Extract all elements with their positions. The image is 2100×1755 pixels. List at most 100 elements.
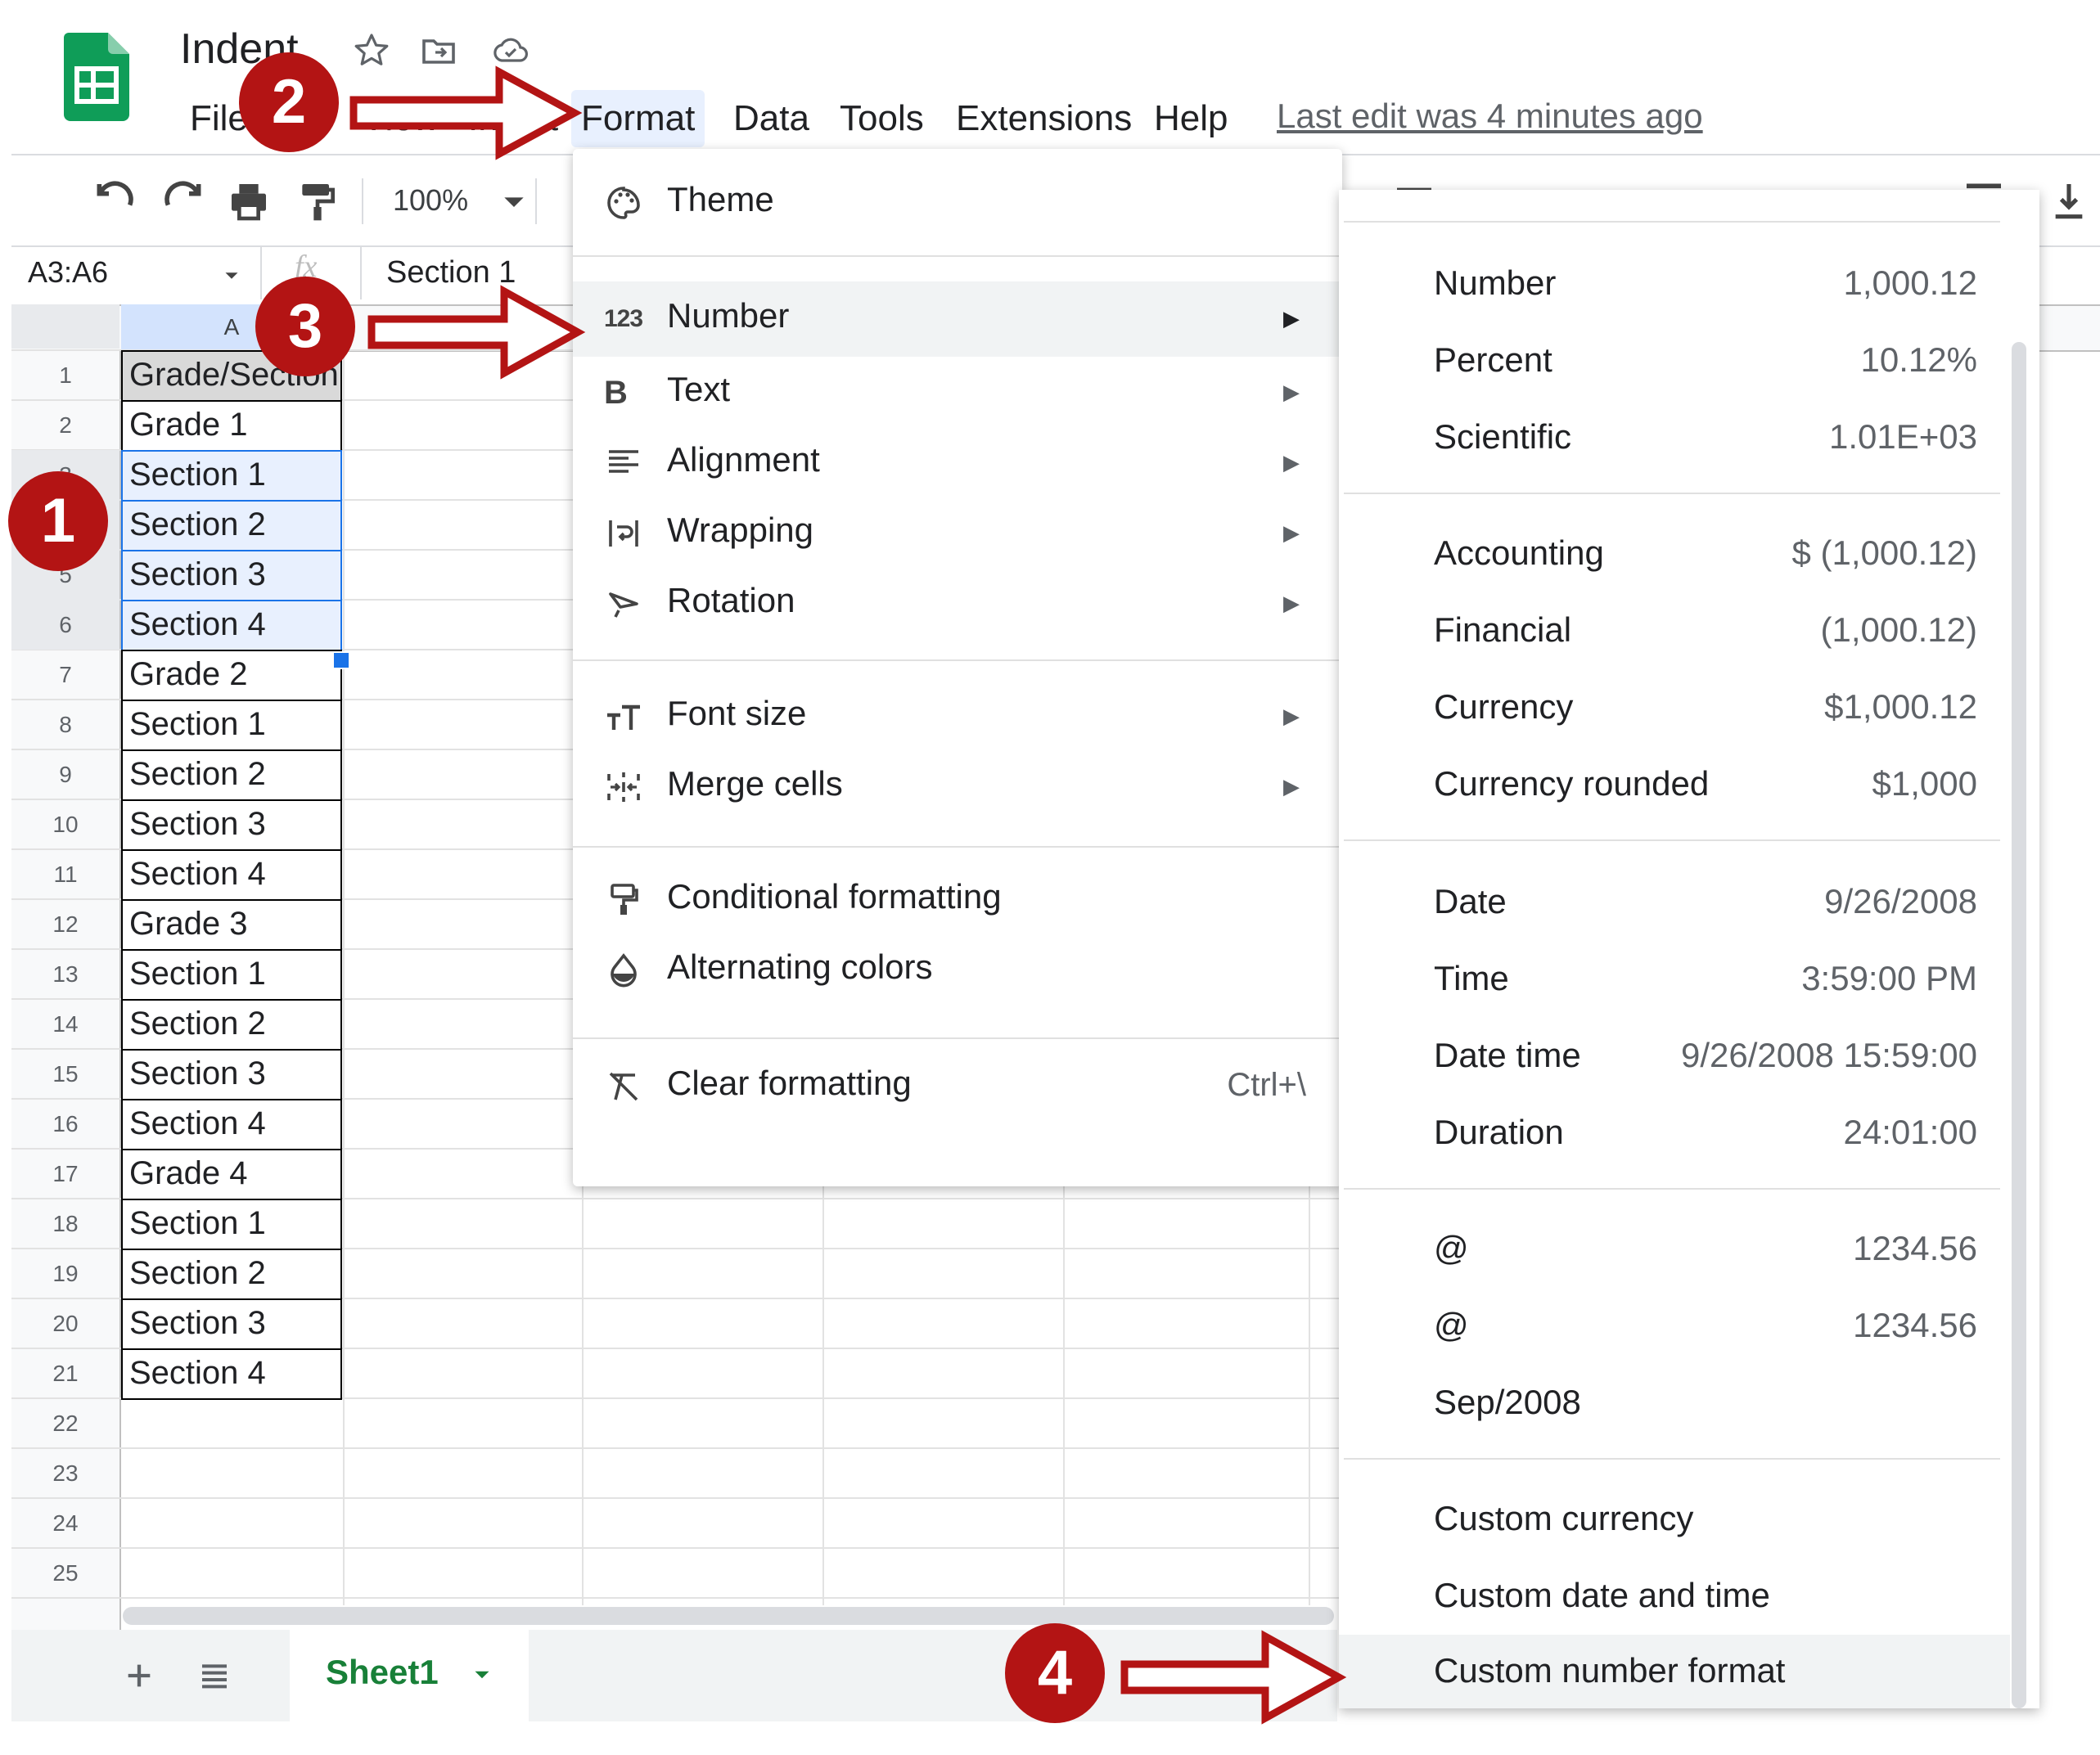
name-box[interactable]: A3:A6 <box>28 255 108 290</box>
table-cell[interactable]: Grade 4 <box>121 1149 342 1200</box>
row-header[interactable]: 8 <box>11 700 119 749</box>
row-header[interactable]: 13 <box>11 949 119 999</box>
horizontal-scrollbar[interactable] <box>123 1607 1334 1625</box>
tab-sheet1[interactable]: Sheet1 <box>290 1630 529 1721</box>
row-header[interactable]: 23 <box>11 1448 119 1498</box>
number-format-plain-text-1[interactable]: @1234.56 <box>1339 1213 2010 1286</box>
table-cell[interactable]: Section 2 <box>121 1249 342 1300</box>
row-header[interactable]: 10 <box>11 799 119 849</box>
format-menu-merge-cells[interactable]: Merge cells ▶ <box>573 749 1342 825</box>
format-menu-conditional-formatting[interactable]: Conditional formatting <box>573 862 1342 938</box>
format-menu-font-size[interactable]: Font size ▶ <box>573 679 1342 754</box>
number-format-duration[interactable]: Duration 24:01:00 <box>1339 1096 2010 1170</box>
row-header[interactable]: 22 <box>11 1398 119 1448</box>
row-header[interactable]: 12 <box>11 899 119 949</box>
row-header[interactable]: 25 <box>11 1548 119 1598</box>
table-cell[interactable]: Section 1 <box>121 1199 342 1250</box>
table-cell[interactable]: Section 2 <box>121 999 342 1051</box>
table-cell[interactable]: Section 4 <box>121 1099 342 1150</box>
table-cell[interactable]: Section 3 <box>121 799 342 851</box>
table-cell[interactable]: Section 1 <box>121 700 342 751</box>
number-format-plain-text-2[interactable]: @1234.56 <box>1339 1289 2010 1363</box>
row-header[interactable]: 6 <box>11 600 119 650</box>
number-format-time[interactable]: Time 3:59:00 PM <box>1339 943 2010 1016</box>
row-header[interactable]: 19 <box>11 1249 119 1298</box>
row-header[interactable]: 2 <box>11 400 119 450</box>
last-edit-link[interactable]: Last edit was 4 minutes ago <box>1277 97 1703 136</box>
format-menu-alignment[interactable]: Alignment ▶ <box>573 425 1342 501</box>
table-cell[interactable]: Grade 3 <box>121 899 342 951</box>
row-header[interactable]: 14 <box>11 999 119 1049</box>
row-header[interactable]: 18 <box>11 1199 119 1249</box>
number-format-number[interactable]: Number 1,000.12 <box>1339 247 2010 321</box>
table-cell[interactable]: Section 4 <box>121 600 342 651</box>
format-menu-theme[interactable]: Theme <box>573 165 1342 241</box>
number-format-currency-rounded[interactable]: Currency rounded $1,000 <box>1339 748 2010 821</box>
print-icon[interactable] <box>226 178 272 224</box>
format-menu-rotation[interactable]: Rotation ▶ <box>573 566 1342 641</box>
table-cell[interactable]: Section 1 <box>121 450 342 502</box>
table-cell[interactable]: Section 4 <box>121 849 342 901</box>
custom-number-format[interactable]: Custom number format <box>1339 1635 2010 1708</box>
menu-format[interactable]: Format <box>571 90 705 147</box>
number-format-month-year[interactable]: Sep/2008 <box>1339 1366 2010 1440</box>
vertical-align-bottom-icon[interactable] <box>2046 178 2092 224</box>
row-header[interactable]: 11 <box>11 849 119 899</box>
number-format-date[interactable]: Date 9/26/2008 <box>1339 866 2010 939</box>
submenu-scrollbar[interactable] <box>2012 342 2026 1708</box>
sheet-tab-dropdown-icon[interactable] <box>468 1661 496 1689</box>
undo-icon[interactable] <box>92 178 137 224</box>
table-cell[interactable]: Section 3 <box>121 550 342 601</box>
row-header[interactable]: 17 <box>11 1149 119 1199</box>
format-menu-text[interactable]: B Text ▶ <box>573 355 1342 430</box>
table-cell[interactable]: Section 3 <box>121 1298 342 1350</box>
fill-handle[interactable] <box>332 651 350 669</box>
format-label: Scientific <box>1434 417 1572 456</box>
custom-currency[interactable]: Custom currency <box>1339 1483 2010 1556</box>
all-sheets-icon[interactable] <box>198 1659 231 1692</box>
format-menu-wrapping[interactable]: Wrapping ▶ <box>573 496 1342 571</box>
custom-date-and-time[interactable]: Custom date and time <box>1339 1559 2010 1633</box>
menu-data[interactable]: Data <box>723 90 819 147</box>
menu-extensions[interactable]: Extensions <box>946 90 1142 147</box>
row-header[interactable]: 16 <box>11 1099 119 1149</box>
format-menu-alternating-colors[interactable]: Alternating colors <box>573 933 1342 1008</box>
row-header[interactable]: 1 <box>11 350 119 400</box>
align-left-icon <box>604 443 643 483</box>
row-header[interactable]: 9 <box>11 749 119 799</box>
row-header[interactable]: 21 <box>11 1348 119 1398</box>
sheets-logo-icon[interactable] <box>64 33 129 121</box>
row-header[interactable]: 7 <box>11 650 119 700</box>
table-cell[interactable]: Section 2 <box>121 749 342 801</box>
table-cell[interactable]: Section 4 <box>121 1348 342 1400</box>
add-sheet-icon[interactable] <box>123 1659 155 1692</box>
number-format-scientific[interactable]: Scientific 1.01E+03 <box>1339 401 2010 475</box>
menu-tools[interactable]: Tools <box>830 90 934 147</box>
menu-help[interactable]: Help <box>1144 90 1238 147</box>
number-format-percent[interactable]: Percent 10.12% <box>1339 324 2010 398</box>
number-format-date-time[interactable]: Date time 9/26/2008 15:59:00 <box>1339 1019 2010 1093</box>
format-menu-number[interactable]: 123 Number ▶ <box>573 281 1342 357</box>
format-menu-label: Alignment <box>667 440 820 479</box>
paint-format-icon[interactable] <box>295 178 340 224</box>
zoom-level[interactable]: 100% <box>393 183 468 218</box>
redo-icon[interactable] <box>160 178 206 224</box>
row-header[interactable]: 24 <box>11 1498 119 1548</box>
table-cell[interactable]: Section 3 <box>121 1049 342 1100</box>
table-cell[interactable]: Section 2 <box>121 500 342 551</box>
format-example: $ (1,000.12) <box>1791 533 1978 572</box>
table-cell[interactable]: Grade 2 <box>121 650 342 701</box>
zoom-dropdown-icon[interactable] <box>491 178 537 224</box>
table-cell[interactable]: Grade 1 <box>121 400 342 452</box>
format-menu-clear-formatting[interactable]: Clear formatting Ctrl+\ <box>573 1049 1342 1124</box>
row-header[interactable]: 15 <box>11 1049 119 1099</box>
callout-badge-2: 2 <box>239 52 339 152</box>
table-cell[interactable]: Section 1 <box>121 949 342 1001</box>
name-box-dropdown-icon[interactable] <box>219 263 244 288</box>
callout-arrow-3 <box>365 283 586 381</box>
format-example: $1,000.12 <box>1824 687 1977 726</box>
number-format-financial[interactable]: Financial (1,000.12) <box>1339 594 2010 668</box>
row-header[interactable]: 20 <box>11 1298 119 1348</box>
number-format-accounting[interactable]: Accounting $ (1,000.12) <box>1339 517 2010 591</box>
number-format-currency[interactable]: Currency $1,000.12 <box>1339 671 2010 745</box>
